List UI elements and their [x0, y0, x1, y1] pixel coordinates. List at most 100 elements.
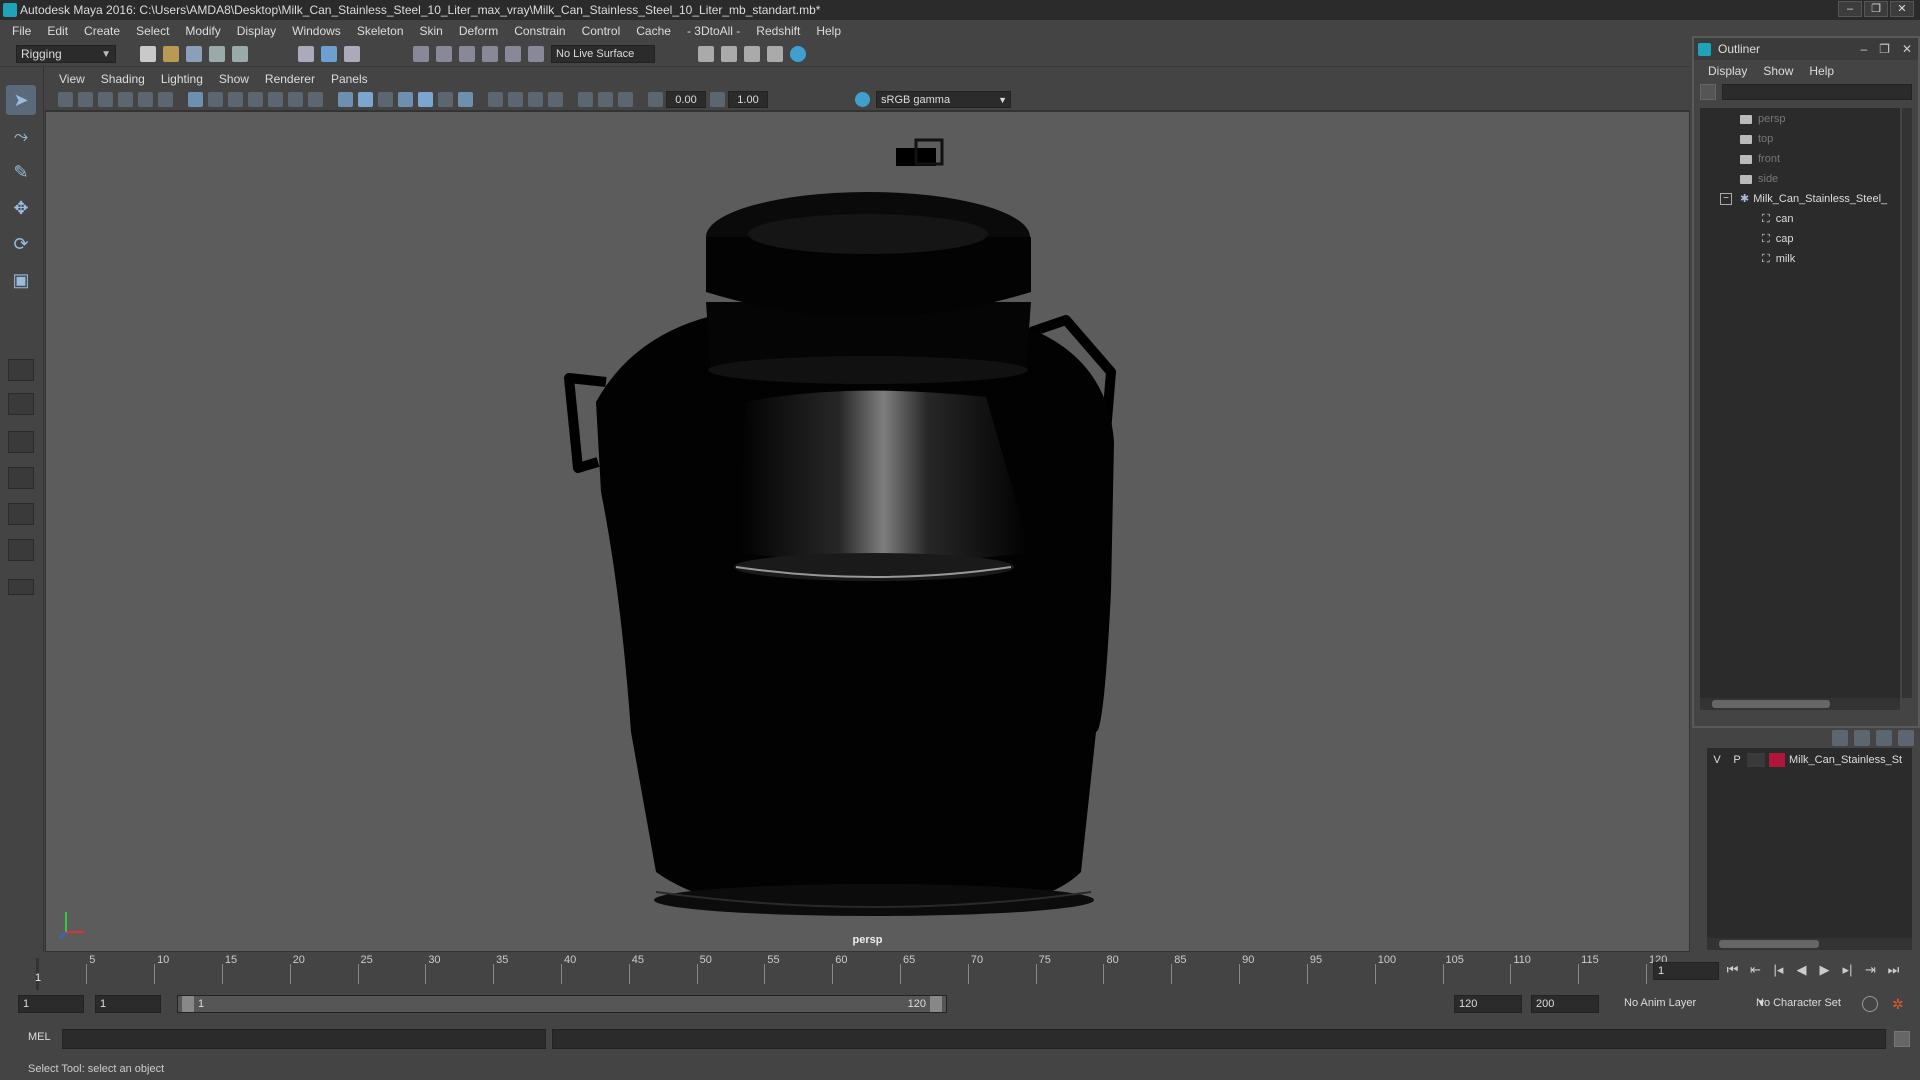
step-forward-key-icon[interactable]: ⇥ [1862, 962, 1879, 978]
panel-menu-renderer[interactable]: Renderer [257, 72, 323, 86]
command-input[interactable] [62, 1029, 546, 1049]
outliner-menu-help[interactable]: Help [1801, 62, 1842, 80]
shadows-icon[interactable] [438, 92, 453, 107]
snap-view-icon[interactable] [482, 46, 498, 62]
menu-deform[interactable]: Deform [451, 24, 506, 38]
filter-icon[interactable] [1700, 84, 1716, 100]
current-frame-field[interactable]: 1 [1653, 962, 1719, 980]
step-back-key-icon[interactable]: ⇤ [1747, 962, 1764, 978]
menu-constrain[interactable]: Constrain [506, 24, 573, 38]
character-set-dropdown[interactable]: No Character Set [1752, 995, 1864, 1013]
outliner-item-group[interactable]: − ✱ Milk_Can_Stainless_Steel_ [1720, 190, 1887, 208]
layer-display-type[interactable] [1747, 753, 1765, 767]
scale-tool-icon[interactable]: ▣ [6, 265, 36, 295]
perspective-viewport[interactable]: persp [45, 111, 1690, 952]
panel-menu-panels[interactable]: Panels [323, 72, 376, 86]
bookmark-icon[interactable] [98, 92, 113, 107]
outliner-menu-display[interactable]: Display [1700, 62, 1755, 80]
xray-joints-icon[interactable] [598, 92, 613, 107]
scrollbar-thumb[interactable] [1712, 700, 1830, 708]
menu-help[interactable]: Help [808, 24, 849, 38]
range-slider[interactable]: 1 120 [177, 995, 947, 1013]
multisample-icon[interactable] [508, 92, 523, 107]
layer-row[interactable]: V P Milk_Can_Stainless_St [1707, 751, 1912, 769]
auto-key-icon[interactable] [1862, 996, 1878, 1012]
time-slider[interactable]: 1 5 10 15 20 25 30 35 40 45 50 55 60 65 70 75 80 85 90 95 1… [22, 952, 1667, 990]
single-view-layout-icon[interactable] [8, 359, 34, 381]
render-frame-icon[interactable] [698, 46, 714, 62]
select-hierarchy-icon[interactable] [298, 46, 314, 62]
gamma-field[interactable]: 1.00 [728, 91, 768, 108]
wireframe-icon[interactable] [338, 92, 353, 107]
menu-file[interactable]: File [4, 24, 39, 38]
animation-end-field[interactable]: 200 [1531, 995, 1599, 1013]
outliner-item-side[interactable]: side [1740, 170, 1778, 188]
color-management-icon[interactable] [855, 92, 870, 107]
script-editor-icon[interactable] [1894, 1031, 1910, 1047]
panel-menu-view[interactable]: View [51, 72, 93, 86]
side-by-side-layout-icon[interactable] [8, 431, 34, 453]
grid-icon[interactable] [188, 92, 203, 107]
move-tool-icon[interactable]: ✥ [6, 193, 36, 223]
minimize-button[interactable]: – [1860, 38, 1867, 60]
save-scene-icon[interactable] [186, 46, 202, 62]
panel-menu-show[interactable]: Show [211, 72, 257, 86]
gamma-icon[interactable] [710, 92, 725, 107]
outliner-search-input[interactable] [1722, 84, 1912, 100]
motion-blur-icon[interactable] [488, 92, 503, 107]
snap-curve-icon[interactable] [436, 46, 452, 62]
menu-modify[interactable]: Modify [177, 24, 228, 38]
move-layer-up-icon[interactable] [1832, 730, 1848, 746]
rotate-tool-icon[interactable]: ⟳ [6, 229, 36, 259]
snap-grid-icon[interactable] [413, 46, 429, 62]
outliner-item-top[interactable]: top [1740, 130, 1773, 148]
playback-end-field[interactable]: 120 [1454, 995, 1522, 1013]
field-chart-icon[interactable] [268, 92, 283, 107]
collapse-icon[interactable]: − [1720, 193, 1732, 206]
panel-menu-shading[interactable]: Shading [93, 72, 153, 86]
menu-display[interactable]: Display [229, 24, 284, 38]
new-layer-icon[interactable] [1876, 730, 1892, 746]
scrollbar-thumb[interactable] [1719, 940, 1819, 948]
panel-menu-lighting[interactable]: Lighting [153, 72, 211, 86]
undo-icon[interactable] [209, 46, 225, 62]
menu-create[interactable]: Create [76, 24, 128, 38]
grease-pencil-icon[interactable] [158, 92, 173, 107]
snap-surface-icon[interactable] [505, 46, 521, 62]
outliner-persp-layout-icon[interactable] [8, 503, 34, 525]
range-start-handle[interactable] [182, 996, 194, 1012]
menu-set-dropdown[interactable]: Rigging ▼ [16, 45, 116, 63]
menu-control[interactable]: Control [574, 24, 629, 38]
open-scene-icon[interactable] [163, 46, 179, 62]
xray-components-icon[interactable] [618, 92, 633, 107]
outliner-vertical-scrollbar[interactable] [1902, 108, 1912, 698]
live-surface-field[interactable]: No Live Surface [551, 45, 655, 63]
use-all-lights-icon[interactable] [418, 92, 433, 107]
layer-playback-toggle[interactable]: P [1727, 754, 1747, 766]
go-to-end-icon[interactable]: ⏭ [1885, 962, 1902, 978]
outliner-horizontal-scrollbar[interactable] [1700, 698, 1900, 710]
safe-title-icon[interactable] [308, 92, 323, 107]
graph-persp-layout-icon[interactable] [8, 539, 34, 561]
command-language-label[interactable]: MEL [28, 1031, 51, 1043]
select-object-icon[interactable] [321, 46, 337, 62]
new-layer-selected-icon[interactable] [1898, 730, 1914, 746]
maximize-button[interactable]: ❐ [1864, 1, 1888, 17]
layout-options-icon[interactable] [8, 579, 34, 595]
layer-horizontal-scrollbar[interactable] [1707, 938, 1912, 950]
stacked-layout-icon[interactable] [8, 467, 34, 489]
snap-pivot-icon[interactable] [528, 46, 544, 62]
film-gate-icon[interactable] [208, 92, 223, 107]
isolate-select-icon[interactable] [548, 92, 563, 107]
outliner-item-front[interactable]: front [1740, 150, 1780, 168]
move-layer-down-icon[interactable] [1854, 730, 1870, 746]
preferences-icon[interactable]: ✲ [1892, 996, 1908, 1012]
two-d-pan-icon[interactable] [138, 92, 153, 107]
range-end-handle[interactable] [930, 996, 942, 1012]
outliner-item-milk[interactable]: ⛶ milk [1762, 250, 1795, 268]
menu-cache[interactable]: Cache [628, 24, 679, 38]
xray-icon[interactable] [578, 92, 593, 107]
camera-attributes-icon[interactable] [78, 92, 93, 107]
outliner-menu-show[interactable]: Show [1755, 62, 1801, 80]
menu-3dtoall[interactable]: - 3DtoAll - [679, 24, 748, 38]
